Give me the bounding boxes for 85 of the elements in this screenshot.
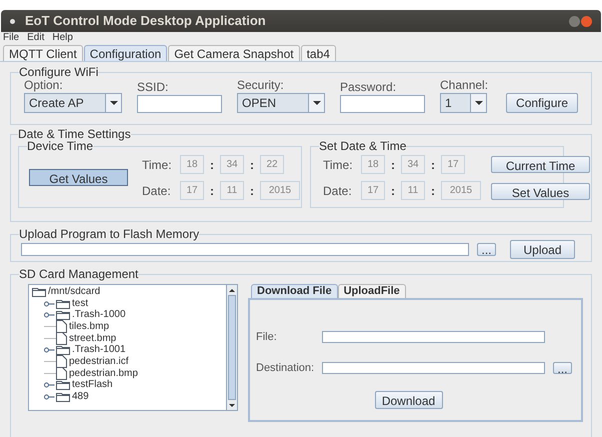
- scroll-up-icon[interactable]: [229, 288, 235, 292]
- group-title: Upload Program to Flash Memory: [19, 228, 200, 240]
- field-label: Channel:: [440, 78, 488, 93]
- expand-handle-icon[interactable]: [44, 300, 56, 307]
- expand-handle-icon[interactable]: [44, 312, 56, 318]
- text-field[interactable]: [322, 331, 545, 344]
- caret-icon: [474, 101, 482, 105]
- tab[interactable]: Get Camera Snapshot: [168, 45, 300, 61]
- folder-icon: [56, 298, 70, 309]
- window-menu-icon[interactable]: [10, 18, 15, 24]
- window-title: EoT Control Mode Desktop Application: [25, 12, 266, 30]
- folder-icon: [32, 286, 46, 297]
- tree-item[interactable]: testFlash: [72, 380, 113, 390]
- field-label: Date:: [323, 182, 353, 200]
- folder-icon: [56, 392, 70, 402]
- folder-icon: [56, 310, 70, 320]
- text-field[interactable]: [137, 95, 222, 113]
- tree-item[interactable]: tiles.bmp: [69, 322, 110, 332]
- scrollbar[interactable]: [226, 285, 237, 410]
- configure-button[interactable]: Configure: [506, 93, 578, 113]
- upload-button[interactable]: Upload: [510, 240, 575, 259]
- action-button[interactable]: Current Time: [491, 156, 590, 172]
- expand-handle-icon[interactable]: [44, 347, 56, 354]
- file-icon: [56, 367, 67, 380]
- caret-icon: [110, 101, 118, 105]
- close-button[interactable]: [581, 16, 592, 26]
- field-label: SSID:: [137, 80, 170, 95]
- menu-item[interactable]: Help: [52, 33, 73, 43]
- menu-item[interactable]: File: [3, 33, 20, 43]
- expand-handle-icon[interactable]: [44, 382, 56, 388]
- scroll-down-icon[interactable]: [229, 404, 235, 406]
- tab[interactable]: tab4: [300, 45, 336, 61]
- separator: :: [391, 156, 395, 174]
- file-icon: [56, 332, 67, 346]
- tree-item[interactable]: .Trash-1001: [72, 345, 126, 356]
- dropdown[interactable]: OPEN: [237, 93, 325, 113]
- field-label: Option:: [24, 78, 63, 93]
- file-path-field[interactable]: [21, 243, 469, 256]
- tree-item[interactable]: street.bmp: [69, 334, 116, 344]
- folder-icon: [56, 380, 70, 390]
- browse-button[interactable]: ...: [477, 243, 496, 256]
- field-label: Time:: [323, 156, 354, 174]
- file-icon: [56, 355, 67, 368]
- tab[interactable]: MQTT Client: [3, 45, 83, 61]
- separator: :: [250, 182, 254, 200]
- tree-item[interactable]: test: [72, 298, 88, 309]
- action-button[interactable]: Set Values: [491, 182, 590, 200]
- field-label: Date:: [142, 182, 172, 200]
- menu-item[interactable]: Edit: [27, 33, 44, 43]
- tab[interactable]: UploadFile: [338, 284, 406, 298]
- group-title: Date & Time Settings: [18, 128, 131, 140]
- separator: :: [431, 182, 435, 200]
- dropdown[interactable]: Create AP: [24, 93, 122, 113]
- folder-icon: [56, 345, 70, 356]
- minimize-button[interactable]: [569, 16, 580, 26]
- get-values-button[interactable]: Get Values: [29, 169, 128, 186]
- tab[interactable]: Download File: [251, 284, 338, 298]
- field-label: Destination:: [256, 360, 316, 376]
- group-title: Configure WiFi: [19, 66, 98, 78]
- text-field[interactable]: [340, 95, 425, 113]
- separator: :: [431, 156, 435, 174]
- tree-item[interactable]: /mnt/sdcard: [48, 286, 100, 297]
- tree-item[interactable]: pedestrian.bmp: [69, 368, 138, 379]
- expand-handle-icon[interactable]: [44, 394, 56, 400]
- group-title: SD Card Management: [19, 268, 138, 280]
- group-title: Set Date & Time: [319, 140, 406, 152]
- browse-button[interactable]: ...: [553, 362, 572, 374]
- field-label: File:: [256, 330, 278, 345]
- tree-item[interactable]: .Trash-1000: [72, 310, 126, 320]
- separator: :: [391, 182, 395, 200]
- download-button[interactable]: Download: [374, 391, 442, 409]
- tree-item[interactable]: 489: [72, 392, 89, 402]
- dropdown[interactable]: 1: [440, 93, 487, 113]
- tab[interactable]: Configuration: [84, 45, 168, 61]
- separator: :: [210, 182, 214, 200]
- tree-item[interactable]: pedestrian.icf: [69, 356, 128, 367]
- separator: :: [210, 156, 214, 174]
- field-label: Password:: [340, 80, 398, 95]
- separator: :: [250, 156, 254, 174]
- file-icon: [56, 320, 67, 334]
- field-label: Security:: [237, 78, 285, 93]
- group-title: Device Time: [27, 140, 94, 152]
- caret-icon: [312, 101, 320, 105]
- text-field[interactable]: [322, 362, 545, 374]
- field-label: Time:: [142, 156, 173, 174]
